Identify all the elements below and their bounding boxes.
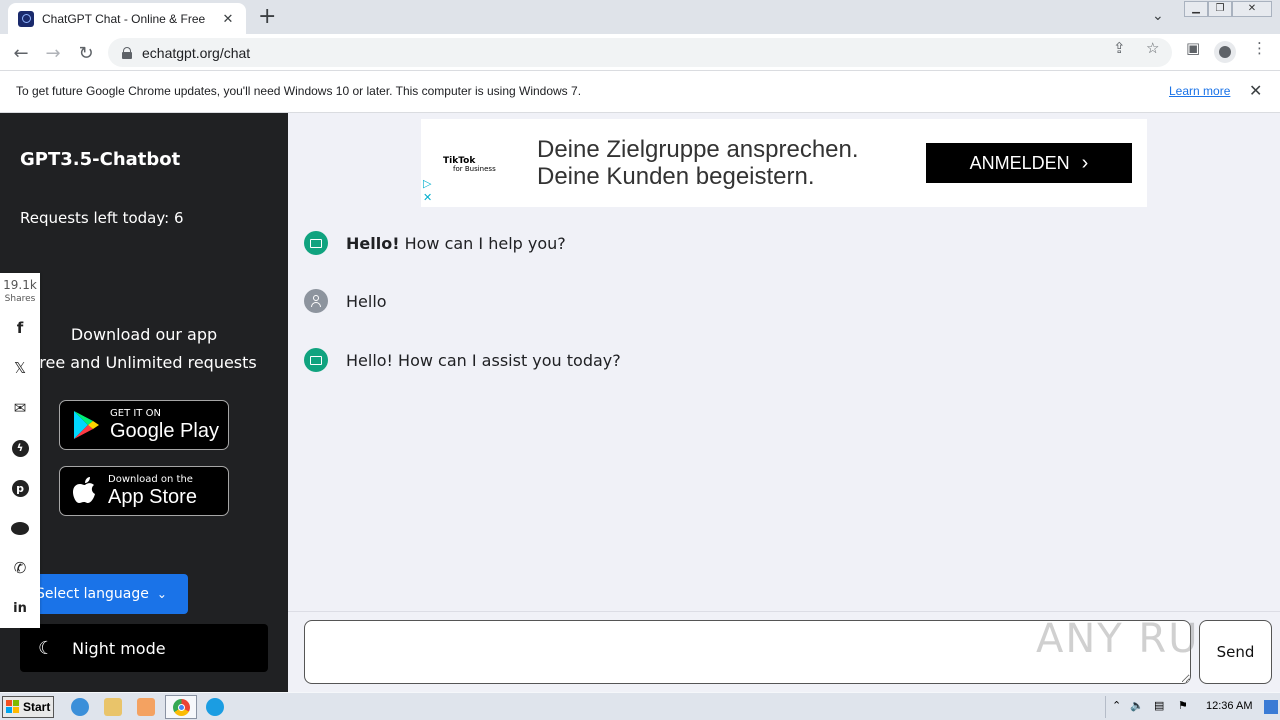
chat-message-user: Hello — [304, 289, 387, 313]
chrome-menu-icon[interactable]: ⋮ — [1252, 39, 1267, 57]
browser-tab[interactable]: ChatGPT Chat - Online & Free ✕ — [8, 3, 246, 34]
tray-expand-icon[interactable]: ⌃ — [1112, 699, 1121, 712]
tiktok-brand-sub: for Business — [453, 165, 496, 173]
window-restore-button[interactable]: ❐ — [1208, 1, 1232, 17]
message-text: Hello! How can I assist you today? — [346, 350, 621, 370]
app-title: GPT3.5-Chatbot — [20, 149, 181, 170]
site-favicon-icon — [18, 10, 34, 27]
network-icon[interactable]: ▤ — [1154, 699, 1164, 712]
infobar-close-icon[interactable]: ✕ — [1249, 81, 1262, 101]
window-minimize-button[interactable]: ▁ — [1184, 1, 1208, 17]
share-page-icon[interactable]: ⇪ — [1113, 39, 1126, 57]
share-count: 19.1k — [3, 278, 37, 292]
lock-icon[interactable] — [122, 46, 132, 59]
chat-message-bot: Hello! How can I help you? — [304, 231, 566, 255]
show-desktop-icon[interactable] — [1264, 700, 1278, 714]
ad-headline-2: Deine Kunden begeistern. — [537, 163, 815, 190]
app-store-small-text: Download on the — [108, 474, 193, 485]
download-app-subheading: Free and Unlimited requests — [31, 353, 257, 372]
windows-taskbar: Start ⌃ 🔈 ▤ ⚑ 12:36 AM — [0, 692, 1280, 720]
media-player-icon[interactable] — [137, 698, 155, 716]
message-bold: Hello! — [346, 233, 400, 253]
chat-message-bot: Hello! How can I assist you today? — [304, 348, 621, 372]
chat-input-area: ANY RUN Send — [288, 611, 1280, 692]
ad-cta-label: ANMELDEN — [969, 152, 1070, 173]
ad-choices-icon[interactable]: ▷ ✕ — [423, 177, 432, 205]
message-text: Hello — [346, 291, 387, 311]
bot-avatar-icon — [304, 231, 328, 255]
download-app-heading: Download our app — [70, 325, 218, 344]
chat-main: TikTok for Business Deine Zielgruppe ans… — [288, 113, 1280, 692]
social-share-bar: 19.1k Shares f 𝕏 ✉ ϟ p ✆ in — [0, 273, 40, 628]
facebook-icon[interactable]: f — [8, 316, 32, 340]
reddit-icon[interactable] — [8, 516, 32, 540]
linkedin-icon[interactable]: in — [8, 596, 32, 620]
message-text: How can I help you? — [399, 233, 566, 253]
update-infobar: To get future Google Chrome updates, you… — [0, 71, 1280, 113]
moon-icon: ☾ — [38, 637, 55, 659]
sidebar: GPT3.5-Chatbot Requests left today: 6 Do… — [0, 113, 288, 692]
clock[interactable]: 12:36 AM — [1206, 700, 1252, 712]
bookmark-star-icon[interactable]: ☆ — [1146, 39, 1159, 57]
profile-avatar-icon[interactable] — [1214, 41, 1236, 63]
chevron-right-icon: › — [1081, 151, 1089, 174]
system-tray: ⌃ 🔈 ▤ ⚑ 12:36 AM — [1105, 696, 1280, 718]
file-explorer-icon[interactable] — [104, 698, 122, 716]
advertisement-banner[interactable]: TikTok for Business Deine Zielgruppe ans… — [421, 119, 1147, 207]
edge-icon[interactable] — [206, 698, 224, 716]
send-button[interactable]: Send — [1199, 620, 1272, 684]
app-store-button[interactable]: Download on the App Store — [59, 466, 229, 516]
chevron-down-icon: ⌄ — [156, 587, 167, 601]
google-play-button[interactable]: GET IT ON Google Play — [59, 400, 229, 450]
google-play-icon — [74, 411, 99, 439]
night-mode-button[interactable]: ☾ Night mode — [20, 624, 268, 672]
url-text: echatgpt.org/chat — [142, 44, 251, 61]
pinterest-icon[interactable]: p — [8, 476, 32, 500]
ad-headline-1: Deine Zielgruppe ansprechen. — [537, 136, 859, 163]
internet-explorer-icon[interactable] — [71, 698, 89, 716]
google-play-small-text: GET IT ON — [110, 408, 161, 419]
email-icon[interactable]: ✉ — [8, 396, 32, 420]
share-label: Shares — [4, 294, 36, 304]
address-bar[interactable]: echatgpt.org/chat — [108, 38, 1172, 67]
volume-icon[interactable]: 🔈 — [1130, 699, 1144, 712]
whatsapp-icon[interactable]: ✆ — [8, 556, 32, 580]
tab-title: ChatGPT Chat - Online & Free — [42, 11, 206, 26]
side-panel-icon[interactable]: ▣ — [1186, 39, 1200, 57]
chrome-taskbar-button[interactable] — [165, 695, 197, 719]
reload-icon[interactable]: ↻ — [73, 40, 99, 66]
browser-toolbar: ← → ↻ echatgpt.org/chat ⇪ ☆ ▣ ⋮ — [0, 34, 1280, 71]
learn-more-link[interactable]: Learn more — [1169, 84, 1230, 98]
apple-icon — [73, 477, 95, 503]
ad-cta-button[interactable]: ANMELDEN › — [926, 143, 1132, 183]
chrome-icon — [173, 699, 190, 716]
tab-search-chevron-icon[interactable]: ⌄ — [1152, 8, 1164, 24]
tiktok-logo: TikTok for Business — [443, 157, 496, 173]
start-label: Start — [23, 700, 51, 714]
select-language-label: Select language — [36, 586, 149, 602]
requests-left: Requests left today: 6 — [20, 209, 184, 227]
forward-arrow-icon[interactable]: → — [40, 40, 66, 66]
windows-logo-icon — [6, 700, 20, 714]
back-arrow-icon[interactable]: ← — [8, 40, 34, 66]
start-button[interactable]: Start — [2, 696, 54, 718]
infobar-message: To get future Google Chrome updates, you… — [16, 84, 582, 98]
user-avatar-icon — [304, 289, 328, 313]
select-language-button[interactable]: Select language ⌄ — [20, 574, 188, 614]
window-close-button[interactable]: ✕ — [1232, 1, 1272, 17]
app-store-big-text: App Store — [108, 486, 197, 508]
messenger-icon[interactable]: ϟ — [8, 436, 32, 460]
new-tab-icon[interactable]: + — [258, 4, 276, 29]
night-mode-label: Night mode — [72, 638, 166, 658]
browser-tab-bar: ChatGPT Chat - Online & Free ✕ + ⌄ ▁ ❐ ✕ — [0, 0, 1280, 34]
x-icon[interactable]: 𝕏 — [8, 356, 32, 380]
tab-close-icon[interactable]: ✕ — [220, 11, 236, 27]
action-center-flag-icon[interactable]: ⚑ — [1178, 699, 1188, 712]
google-play-big-text: Google Play — [110, 420, 219, 442]
bot-avatar-icon — [304, 348, 328, 372]
